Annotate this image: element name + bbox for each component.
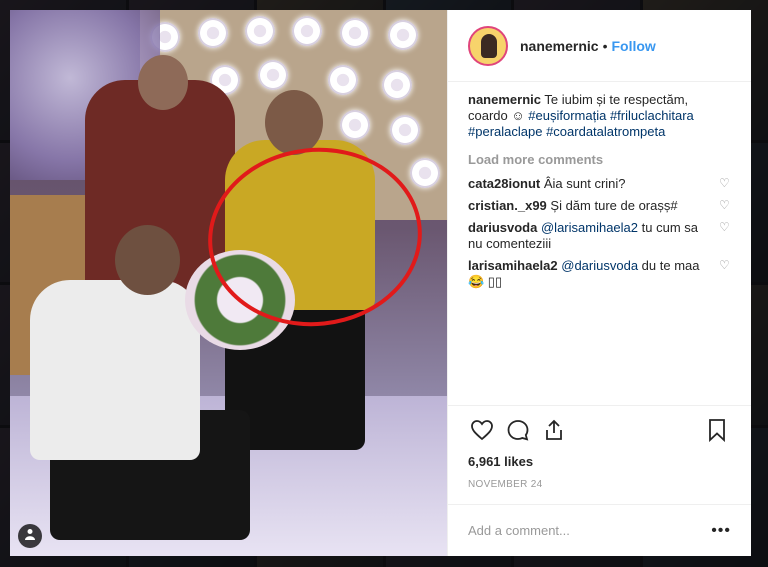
post-side-panel: nanemernic • Follow nanemernic Te iubim … bbox=[447, 10, 751, 556]
caption-username[interactable]: nanemernic bbox=[468, 92, 541, 107]
username-link[interactable]: nanemernic bbox=[520, 38, 599, 54]
post-date: NOVEMBER 24 bbox=[468, 479, 543, 490]
heart-icon[interactable] bbox=[468, 416, 496, 444]
post-photo[interactable] bbox=[10, 10, 447, 556]
heart-icon[interactable]: ♡ bbox=[719, 221, 731, 233]
add-comment-bar: ••• bbox=[448, 504, 751, 556]
load-more-comments-button[interactable]: Load more comments bbox=[468, 152, 731, 168]
person-front-head bbox=[115, 225, 180, 295]
comment-item: larisamihaela2 @dariusvoda du te maa😂 ▯▯… bbox=[468, 258, 731, 290]
comment-input[interactable] bbox=[468, 523, 712, 538]
separator-dot: • bbox=[602, 37, 608, 54]
action-icons bbox=[468, 410, 731, 450]
post-modal: nanemernic • Follow nanemernic Te iubim … bbox=[10, 10, 751, 556]
person-front bbox=[30, 280, 200, 460]
hashtag-link[interactable]: #eușiformația bbox=[528, 108, 606, 123]
comment-item: dariusvoda @larisamihaela2 tu cum sa nu … bbox=[468, 220, 731, 252]
comment-username[interactable]: cristian._x99 bbox=[468, 198, 547, 213]
person-back-head bbox=[138, 55, 188, 110]
heart-icon[interactable]: ♡ bbox=[719, 259, 731, 271]
comment-item: cata28ionut Âia sunt crini? ♡ bbox=[468, 176, 731, 192]
comment-mention[interactable]: @dariusvoda bbox=[561, 258, 638, 273]
avatar[interactable] bbox=[468, 25, 508, 66]
heart-icon[interactable]: ♡ bbox=[719, 177, 731, 189]
smile-emoji: ☺ bbox=[511, 108, 525, 123]
follow-button[interactable]: Follow bbox=[612, 38, 656, 54]
caption: nanemernic Te iubim și te respectăm, coa… bbox=[468, 92, 731, 140]
comment-username[interactable]: dariusvoda bbox=[468, 220, 537, 235]
comment-text: Și dăm ture de orașș# bbox=[550, 198, 678, 213]
likes-count[interactable]: 6,961 likes bbox=[468, 454, 731, 469]
post-actions: 6,961 likes NOVEMBER 24 bbox=[448, 405, 751, 490]
person-center-head bbox=[265, 90, 323, 155]
hashtag-link[interactable]: #friluclachitara bbox=[610, 108, 694, 123]
comments-section: nanemernic Te iubim și te respectăm, coa… bbox=[448, 82, 751, 405]
comment-username[interactable]: larisamihaela2 bbox=[468, 258, 558, 273]
share-icon[interactable] bbox=[540, 416, 568, 444]
comment-text: Âia sunt crini? bbox=[543, 176, 626, 191]
bookmark-icon[interactable] bbox=[703, 416, 731, 444]
post-header: nanemernic • Follow bbox=[448, 10, 751, 82]
comment-mention[interactable]: @larisamihaela2 bbox=[541, 220, 638, 235]
heart-icon[interactable]: ♡ bbox=[719, 199, 731, 211]
comment-item: cristian._x99 Și dăm ture de orașș# ♡ bbox=[468, 198, 731, 214]
comment-icon[interactable] bbox=[504, 416, 532, 444]
user-tag-icon[interactable] bbox=[18, 524, 42, 548]
hashtag-link[interactable]: #peralaclape bbox=[468, 124, 542, 139]
more-options-icon[interactable]: ••• bbox=[711, 522, 731, 540]
hashtag-link[interactable]: #coardatalatrompeta bbox=[546, 124, 665, 139]
comment-username[interactable]: cata28ionut bbox=[468, 176, 540, 191]
